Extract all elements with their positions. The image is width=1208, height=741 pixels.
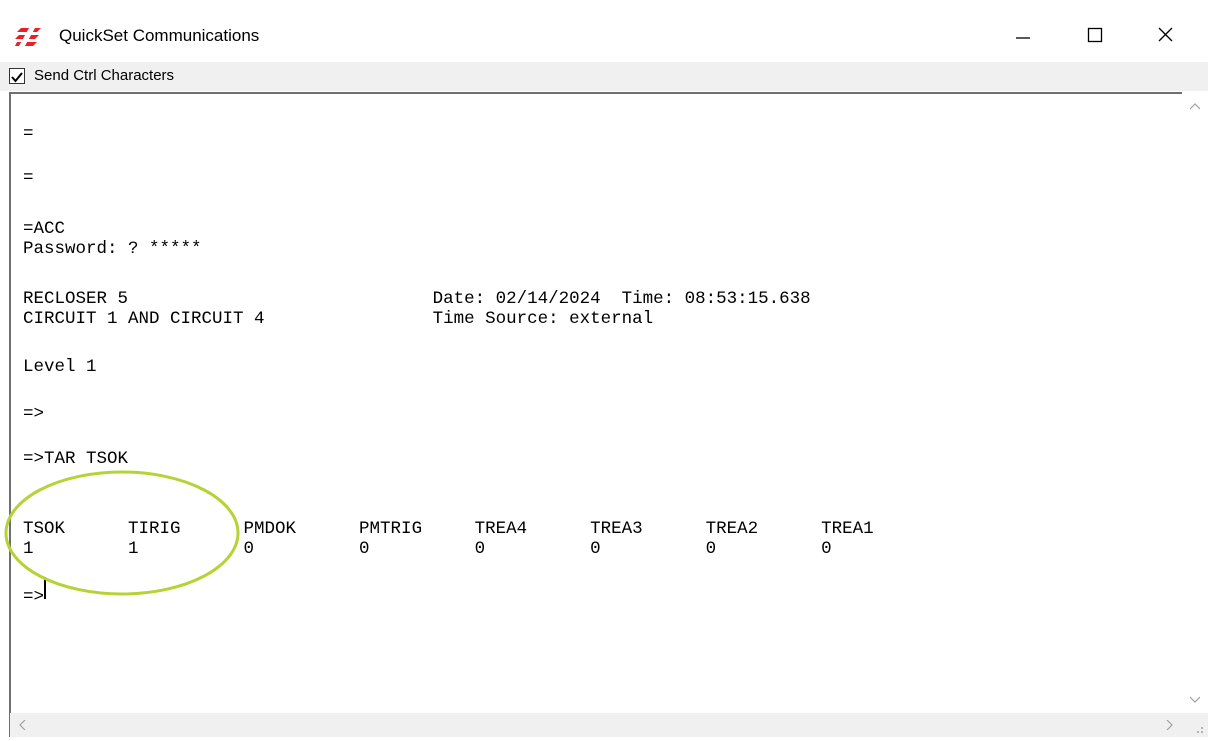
terminal-line: =ACC (23, 219, 66, 239)
scroll-left-icon[interactable] (18, 720, 26, 730)
quickset-logo-icon (15, 28, 41, 46)
terminal-line: = (23, 168, 34, 188)
checkmark-icon (11, 72, 23, 83)
maximize-icon (1087, 27, 1103, 43)
scroll-right-icon[interactable] (1166, 720, 1174, 730)
terminal-line: = (23, 124, 34, 144)
terminal-output[interactable]: = = =ACC Password: ? ***** RECLOSER 5 Da… (9, 92, 1208, 737)
close-icon (1158, 27, 1173, 42)
options-bar (0, 62, 1208, 91)
send-ctrl-characters-label: Send Ctrl Characters (34, 67, 175, 84)
horizontal-scrollbar[interactable] (10, 713, 1182, 737)
maximize-button[interactable] (1074, 18, 1114, 54)
minimize-button[interactable] (1002, 18, 1042, 54)
resize-grip-icon[interactable] (1182, 713, 1208, 737)
vertical-scrollbar[interactable] (1182, 92, 1208, 714)
terminal-line: Password: ? ***** (23, 239, 202, 259)
terminal-line: RECLOSER 5 Date: 02/14/2024 Time: 08:53:… (23, 289, 811, 309)
close-button[interactable] (1145, 18, 1185, 54)
scroll-down-icon[interactable] (1190, 696, 1200, 704)
terminal-line: CIRCUIT 1 AND CIRCUIT 4 Time Source: ext… (23, 309, 654, 329)
terminal-line: Level 1 (23, 357, 97, 377)
send-ctrl-characters-checkbox[interactable] (9, 68, 25, 84)
scroll-up-icon[interactable] (1190, 102, 1200, 110)
terminal-line: => (23, 404, 45, 424)
highlight-circle (4, 470, 240, 596)
minimize-icon (1016, 37, 1030, 39)
window-title: QuickSet Communications (59, 26, 260, 45)
title-bar[interactable]: QuickSet Communications (0, 0, 1208, 62)
